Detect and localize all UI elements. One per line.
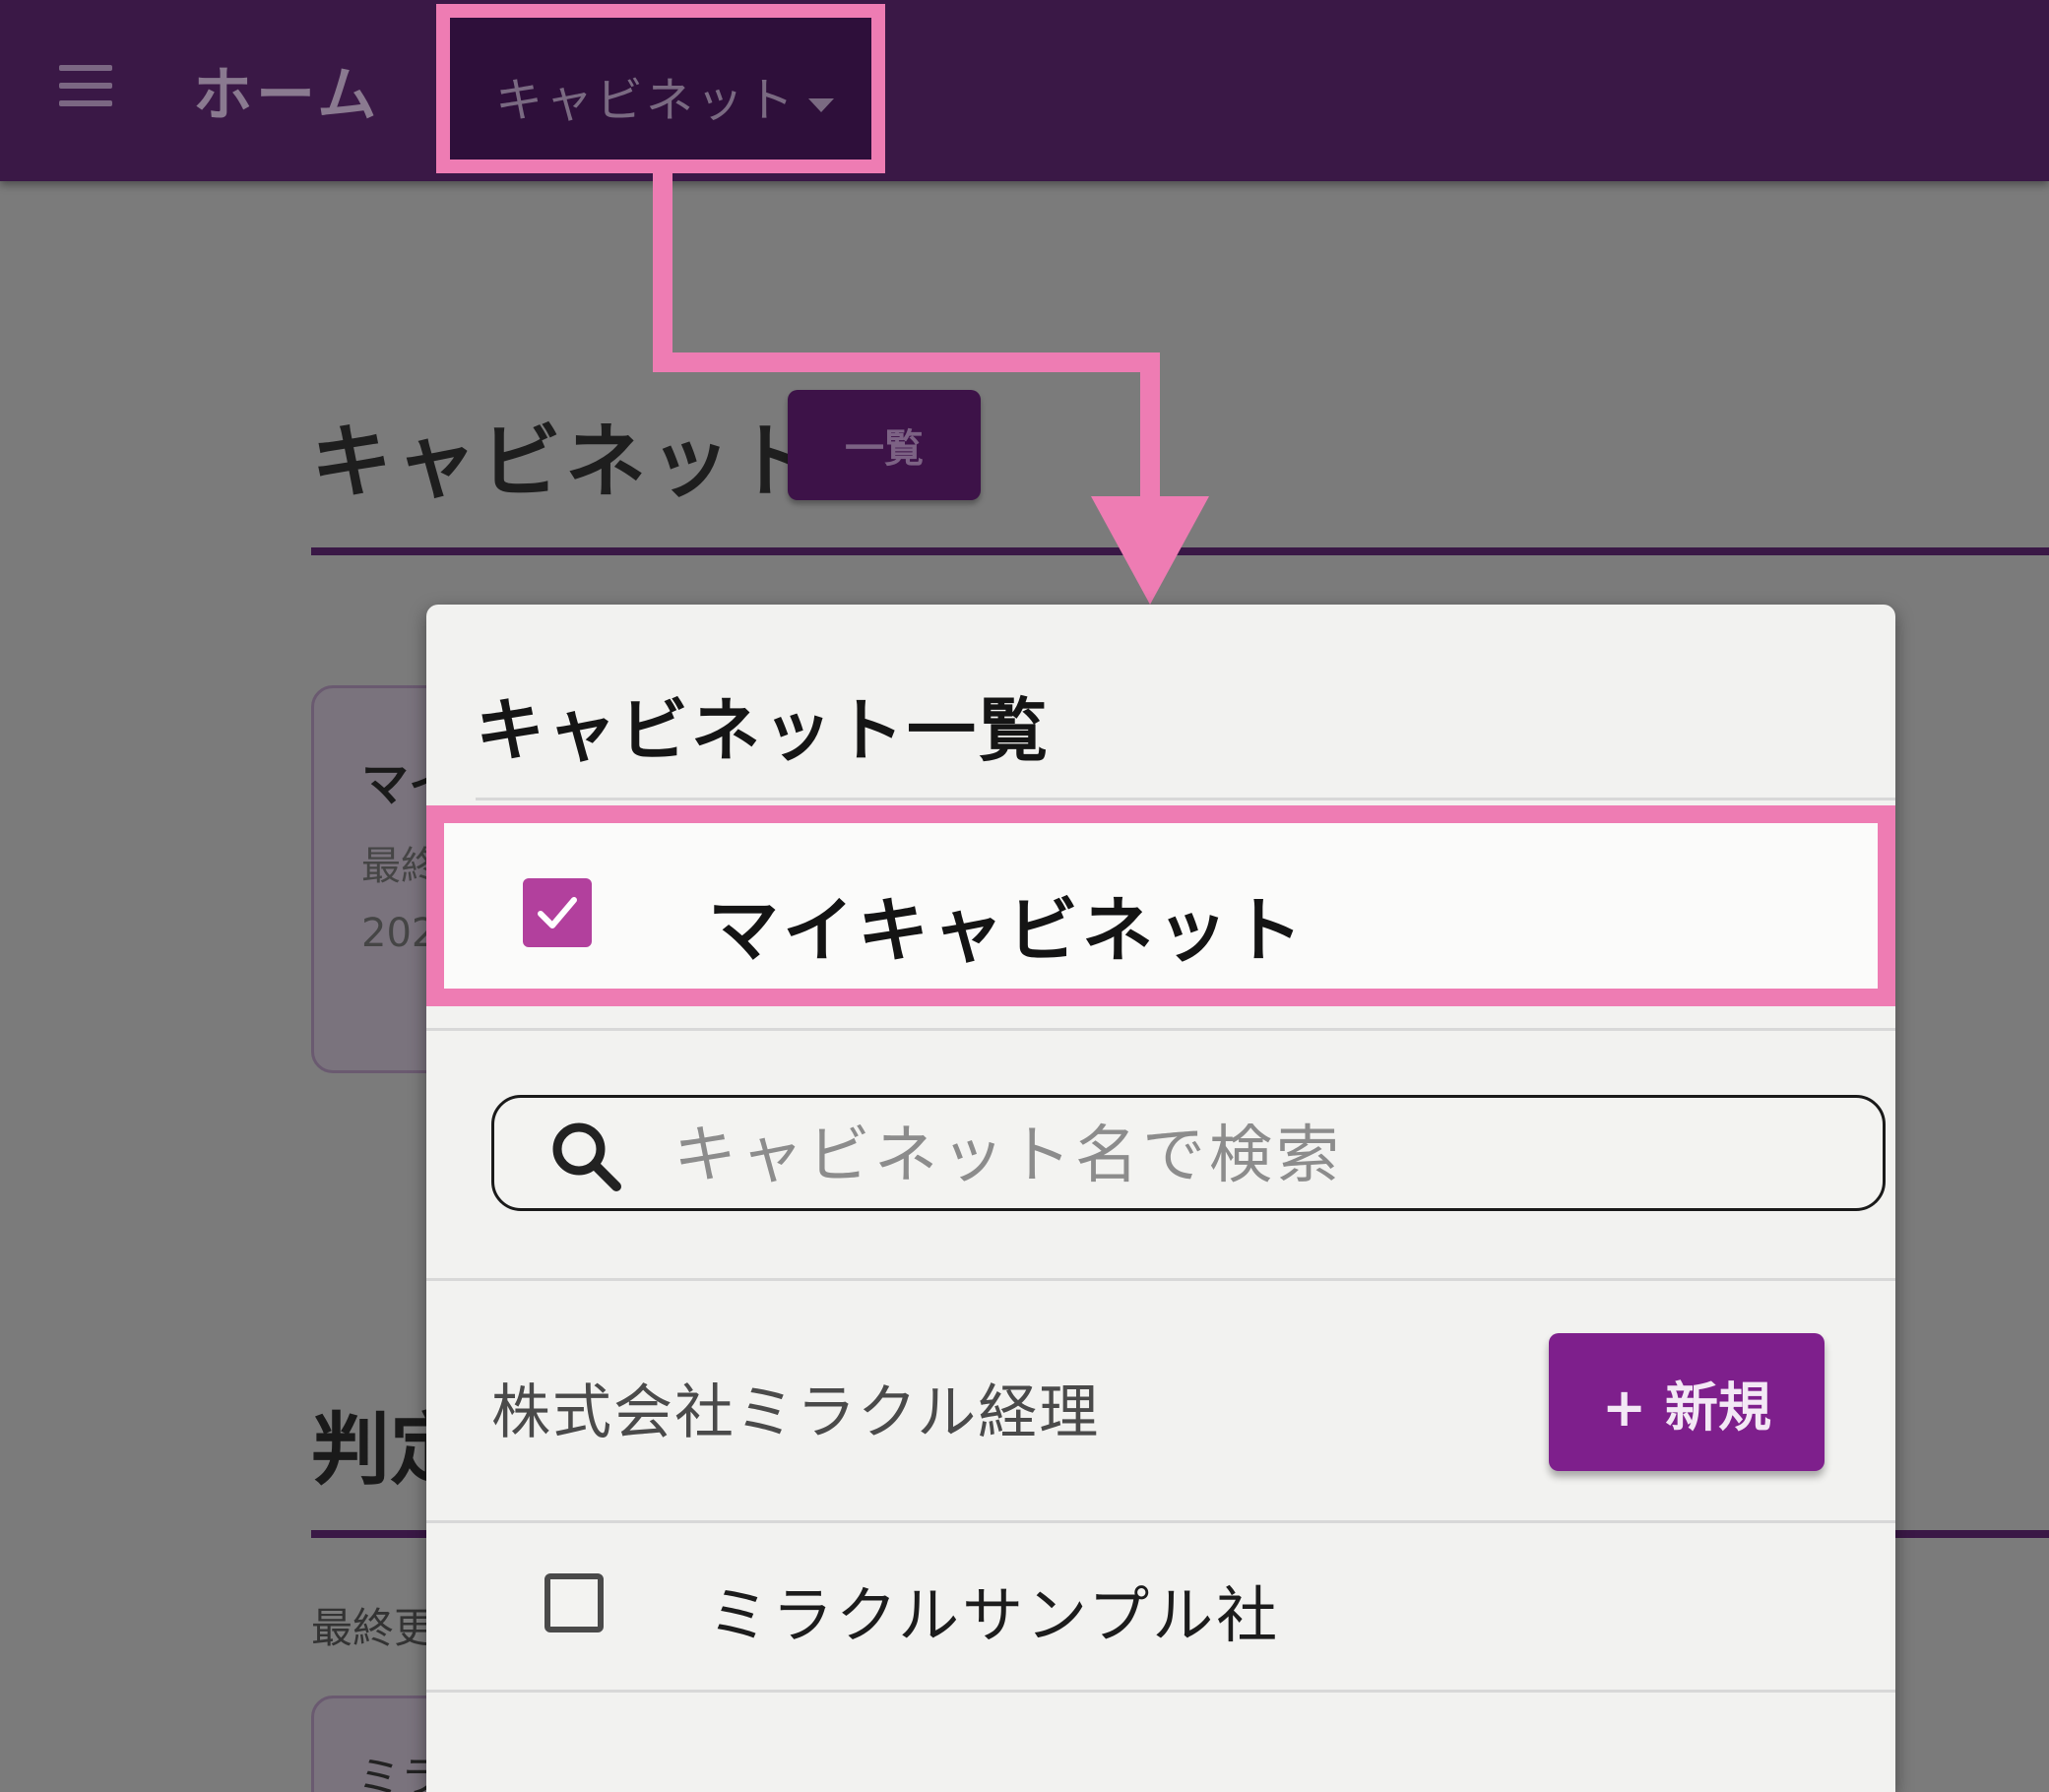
new-cabinet-button[interactable]: + 新規 bbox=[1549, 1333, 1825, 1471]
app-bar: ホーム キャビネット bbox=[0, 0, 2049, 181]
search-icon bbox=[552, 1122, 621, 1191]
dropdown-highlight-frame bbox=[436, 4, 885, 173]
cabinet-checkbox[interactable] bbox=[544, 1573, 604, 1632]
panel-title: キャビネット一覧 bbox=[476, 690, 1051, 771]
panel-divider bbox=[476, 798, 1895, 800]
cabinet-item-label[interactable]: ミラクルサンプル社 bbox=[708, 1566, 1280, 1654]
background-card-date: 202 bbox=[361, 911, 437, 956]
panel-divider bbox=[426, 1278, 1895, 1281]
annotation-arrow-line bbox=[653, 352, 1160, 372]
search-input[interactable] bbox=[672, 1116, 1837, 1196]
annotation-arrow-line bbox=[653, 173, 672, 372]
last-updated-label: 最終更 bbox=[311, 1604, 436, 1652]
my-cabinet-highlight-frame bbox=[426, 805, 1895, 1006]
panel-divider bbox=[426, 1690, 1895, 1693]
menu-icon[interactable] bbox=[59, 65, 112, 106]
list-button[interactable]: 一覧 bbox=[788, 390, 981, 500]
company-name: 株式会社ミラクル経理 bbox=[491, 1378, 1101, 1447]
app-title[interactable]: ホーム bbox=[193, 47, 380, 133]
panel-divider bbox=[426, 1520, 1895, 1523]
annotation-arrow-head bbox=[1091, 496, 1209, 605]
panel-divider bbox=[426, 1028, 1895, 1031]
search-field[interactable] bbox=[491, 1095, 1886, 1211]
section-title: キャビネット bbox=[311, 416, 820, 509]
annotation-arrow-line bbox=[1140, 352, 1160, 502]
cabinet-list-panel: キャビネット一覧 マイキャビネット 株式会社ミラクル経理 + 新規 ミラクルサン… bbox=[426, 605, 1895, 1792]
